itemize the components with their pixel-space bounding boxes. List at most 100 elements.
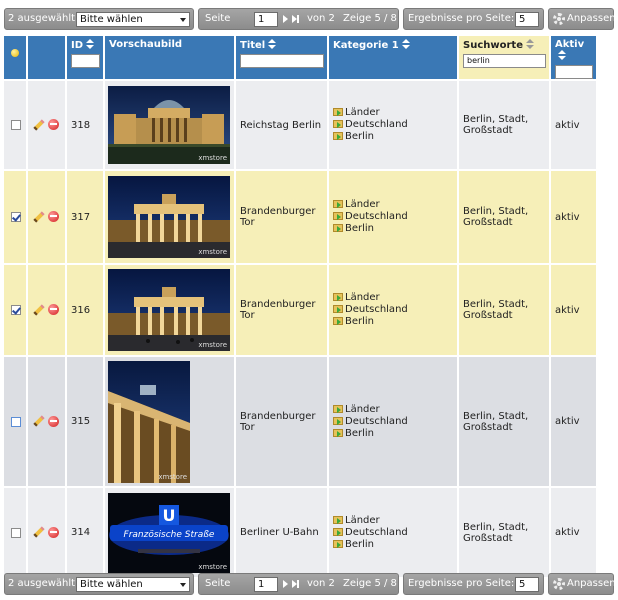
thumbnail-image[interactable]: xmstore (108, 269, 230, 351)
delete-icon[interactable] (48, 304, 59, 316)
row-keywords: Berlin, Stadt, Großstadt (458, 356, 551, 488)
filter-active-input[interactable] (555, 65, 593, 79)
row-id: 314 (66, 487, 105, 579)
row-categories: Länder Deutschland Berlin (328, 80, 459, 171)
page-input[interactable]: 1 (254, 12, 278, 27)
delete-icon[interactable] (48, 119, 59, 131)
category-label: Deutschland (345, 304, 408, 315)
category-item[interactable]: Länder (333, 292, 453, 304)
delete-icon[interactable] (48, 415, 59, 427)
last-page-icon[interactable] (292, 15, 299, 23)
header-preview-label: Vorschaubild (109, 39, 183, 50)
header-id-label: ID (71, 40, 84, 51)
thumbnail-image[interactable]: xmstore (108, 176, 230, 258)
edit-icon[interactable] (33, 415, 45, 427)
delete-icon[interactable] (48, 211, 59, 223)
category-item[interactable]: Länder (333, 107, 453, 119)
gear-icon (553, 578, 565, 590)
bulk-action-select-value: Bitte wählen (80, 579, 143, 590)
category-item[interactable]: Länder (333, 199, 453, 211)
header-select-all[interactable] (4, 36, 28, 81)
adjust-button[interactable]: Anpassen (548, 8, 616, 30)
thumbnail-image[interactable]: U Französische Straße xmstore (108, 492, 230, 573)
edit-icon[interactable] (33, 211, 45, 223)
category-item[interactable]: Berlin (333, 539, 453, 551)
watermark: xmstore (198, 248, 227, 256)
row-active[interactable]: aktiv (550, 487, 598, 579)
category-item[interactable]: Berlin (333, 131, 453, 143)
category-item[interactable]: Deutschland (333, 416, 453, 428)
next-page-icon[interactable] (283, 15, 288, 23)
folder-icon (333, 224, 343, 232)
results-per-page-input[interactable]: 5 (515, 12, 539, 27)
thumbnail-image[interactable]: xmstore (108, 86, 230, 164)
filter-keywords-input[interactable]: berlin (463, 54, 546, 68)
results-per-page-input[interactable]: 5 (515, 577, 539, 592)
row-title: Brandenburger Tor (235, 264, 329, 357)
results-per-page-label: Ergebnisse pro Seite: (408, 578, 515, 589)
row-active[interactable]: aktiv (550, 170, 598, 265)
category-item[interactable]: Deutschland (333, 119, 453, 131)
header-keywords[interactable]: Suchworte berlin (458, 36, 551, 81)
header-active[interactable]: Aktiv (550, 36, 598, 81)
row-checkbox[interactable] (11, 416, 21, 427)
category-label: Deutschland (345, 119, 408, 130)
row-checkbox[interactable] (11, 120, 21, 130)
row-checkbox[interactable] (11, 212, 21, 222)
results-per-page-label: Ergebnisse pro Seite: (408, 13, 515, 24)
thumbnail-image[interactable]: xmstore (108, 360, 190, 483)
edit-icon[interactable] (33, 526, 45, 538)
category-item[interactable]: Deutschland (333, 527, 453, 539)
row-title: Berliner U-Bahn (235, 487, 329, 579)
row-active[interactable]: aktiv (550, 80, 598, 171)
bulk-action-select[interactable]: Bitte wählen (76, 577, 190, 592)
category-item[interactable]: Länder (333, 404, 453, 416)
category-label: Berlin (345, 538, 375, 550)
header-id[interactable]: ID (66, 36, 105, 81)
bulk-action-select[interactable]: Bitte wählen (76, 12, 190, 27)
folder-icon (333, 317, 343, 325)
gear-icon (553, 13, 565, 25)
header-title[interactable]: Titel (235, 36, 329, 81)
row-checkbox[interactable] (11, 305, 21, 315)
row-title: Brandenburger Tor (235, 356, 329, 488)
header-preview: Vorschaubild (104, 36, 236, 81)
folder-icon (333, 539, 343, 548)
selected-count: 2 ausgewählt (8, 578, 76, 589)
category-item[interactable]: Berlin (333, 316, 453, 328)
edit-icon[interactable] (33, 304, 45, 316)
sort-icon (401, 39, 410, 49)
category-item[interactable]: Länder (333, 515, 453, 527)
category-label: Berlin (345, 223, 375, 234)
folder-icon (333, 212, 343, 220)
u-bahn-sign-text: Französische Straße (124, 530, 215, 540)
row-checkbox[interactable] (11, 527, 21, 538)
page-input[interactable]: 1 (254, 577, 278, 592)
last-page-icon[interactable] (292, 580, 299, 588)
row-id: 316 (66, 264, 105, 357)
edit-icon[interactable] (33, 119, 45, 131)
row-categories: Länder Deutschland Berlin (328, 170, 459, 265)
filter-id-input[interactable] (71, 54, 100, 68)
category-item[interactable]: Berlin (333, 223, 453, 235)
row-active[interactable]: aktiv (550, 356, 598, 488)
category-item[interactable]: Deutschland (333, 211, 453, 223)
next-page-icon[interactable] (283, 580, 288, 588)
category-item[interactable]: Berlin (333, 428, 453, 440)
category-item[interactable]: Deutschland (333, 304, 453, 316)
delete-icon[interactable] (48, 526, 59, 538)
header-category[interactable]: Kategorie 1 (328, 36, 459, 81)
adjust-button[interactable]: Anpassen (548, 573, 616, 595)
row-categories: Länder Deutschland Berlin (328, 487, 459, 579)
sort-icon (86, 39, 95, 49)
status-dot-icon (11, 49, 19, 57)
showing-label: Zeige 5 / 8 (343, 578, 397, 589)
page-label: Seite (205, 13, 231, 24)
selected-count: 2 ausgewählt (8, 13, 76, 24)
sort-icon (525, 39, 534, 49)
watermark: xmstore (198, 562, 227, 571)
filter-title-input[interactable] (240, 54, 324, 68)
folder-icon (333, 200, 343, 208)
folder-icon (333, 527, 343, 536)
row-active[interactable]: aktiv (550, 264, 598, 357)
